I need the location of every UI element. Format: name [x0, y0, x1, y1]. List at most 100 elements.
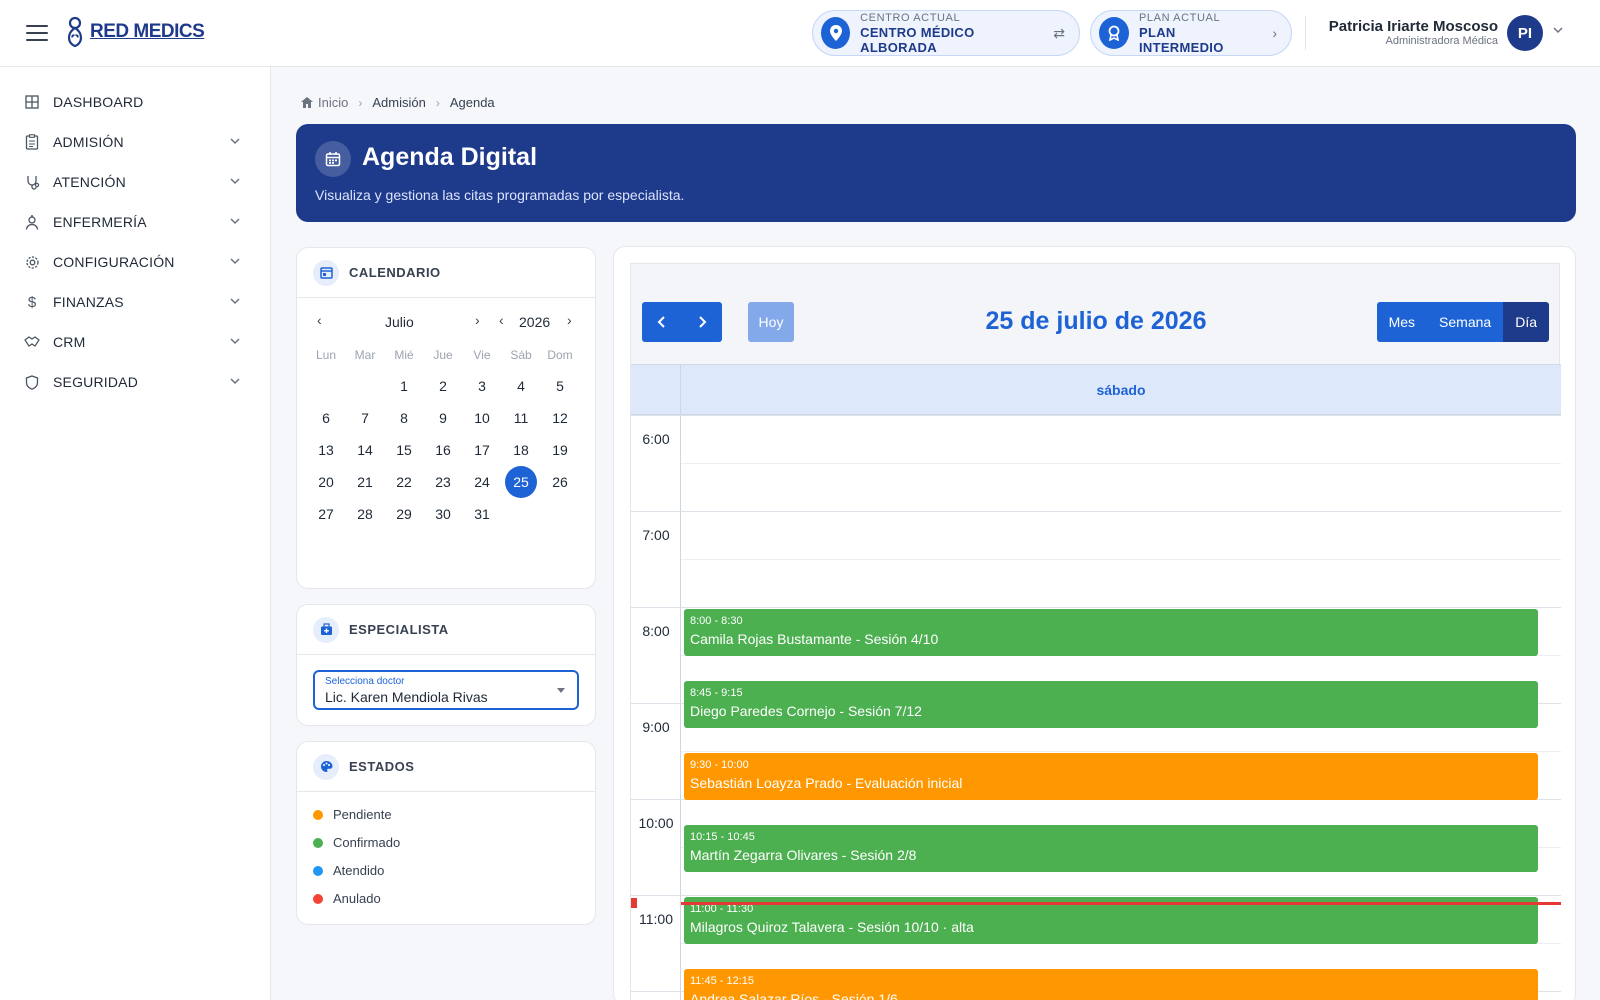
calendar-day[interactable]: 20 [310, 466, 342, 498]
calendar-day[interactable]: 28 [349, 498, 381, 530]
calendar-day[interactable]: 4 [505, 370, 537, 402]
calendar-day[interactable]: 14 [349, 434, 381, 466]
sidebar-item-label: ATENCIÓN [53, 174, 126, 190]
appointment-event[interactable]: 8:00 - 8:30 Camila Rojas Bustamante - Ses… [684, 609, 1538, 656]
weekday-label: Vie [473, 348, 491, 362]
palette-icon [313, 753, 339, 780]
status-dot [313, 837, 323, 848]
hour-line [631, 415, 1561, 416]
calendar-day[interactable]: 29 [388, 498, 420, 530]
clipboard-icon [24, 134, 40, 150]
calendar-day[interactable]: 10 [466, 402, 498, 434]
legend-item: Atendido [313, 863, 384, 878]
specialist-card: ESPECIALISTA Selecciona doctor Lic. Kare… [296, 604, 596, 726]
hour-label: 7:00 [642, 527, 670, 543]
calendar-day[interactable]: 11 [505, 402, 537, 434]
sidebar-item-label: SEGURIDAD [53, 374, 139, 390]
calendar-day[interactable]: 9 [427, 402, 459, 434]
calendar-day[interactable]: 3 [466, 370, 498, 402]
sidebar-item-crm[interactable]: CRM [0, 323, 271, 361]
sidebar-item-dashboard[interactable]: DASHBOARD [0, 83, 271, 121]
sidebar-item-admision[interactable]: ADMISIÓN [0, 123, 271, 161]
calendar-day[interactable]: 31 [466, 498, 498, 530]
calendar-day[interactable]: 23 [427, 466, 459, 498]
calendar-day[interactable]: 1 [388, 370, 420, 402]
appointment-title: Milagros Quiroz Talavera - Sesión 10/10 … [690, 919, 974, 935]
calendar-day[interactable]: 8 [388, 402, 420, 434]
view-month-button[interactable]: Mes [1376, 302, 1428, 342]
calendar-day[interactable]: 21 [349, 466, 381, 498]
plan-caption: PLAN ACTUAL [1139, 11, 1221, 24]
half-hour-line [681, 559, 1561, 560]
page-subtitle: Visualiza y gestiona las citas programad… [315, 187, 685, 203]
calendar-day[interactable]: 2 [427, 370, 459, 402]
calendar-day[interactable]: 12 [544, 402, 576, 434]
prev-month-button[interactable]: ‹ [317, 312, 322, 328]
appointment-event[interactable]: 8:45 - 9:15 Diego Paredes Cornejo - Sesió… [684, 681, 1538, 728]
appointment-time: 11:45 - 12:15 [690, 975, 755, 987]
calendar-day[interactable]: 6 [310, 402, 342, 434]
calendar-day[interactable]: 22 [388, 466, 420, 498]
dollar-icon: $ [27, 293, 37, 311]
calendar-day[interactable]: 15 [388, 434, 420, 466]
sidebar-item-enfermeria[interactable]: ENFERMERÍA [0, 203, 271, 241]
current-plan-selector[interactable]: PLAN ACTUAL PLAN INTERMEDIO › [1090, 10, 1292, 56]
menu-icon[interactable] [26, 22, 48, 44]
calendar-icon [315, 141, 351, 177]
calendar-day[interactable]: 17 [466, 434, 498, 466]
logo-text: RED MEDICS [90, 21, 205, 42]
caret-down-icon [557, 688, 565, 693]
calendar-day[interactable]: 30 [427, 498, 459, 530]
sidebar-item-atencion[interactable]: ATENCIÓN [0, 163, 271, 201]
user-role: Administradora Médica [1385, 35, 1499, 47]
legend-item: Anulado [313, 891, 381, 906]
hour-label: 8:00 [642, 623, 670, 639]
sidebar-item-seguridad[interactable]: SEGURIDAD [0, 363, 271, 401]
nurse-icon [24, 214, 40, 230]
appointment-event[interactable]: 11:45 - 12:15 Andrea Salazar Ríos - Sesió… [684, 969, 1538, 1000]
calendar-day[interactable]: 24 [466, 466, 498, 498]
sidebar-item-label: ENFERMERÍA [53, 214, 147, 230]
doctor-select[interactable]: Selecciona doctor Lic. Karen Mendiola Ri… [313, 670, 579, 710]
breadcrumb-section[interactable]: Admisión [372, 95, 425, 110]
calendar-day[interactable]: 13 [310, 434, 342, 466]
legend-label: Anulado [333, 891, 381, 906]
calendar-month[interactable]: Julio [385, 314, 414, 330]
chevron-down-icon [230, 338, 240, 345]
view-day-button[interactable]: Día [1503, 302, 1549, 342]
legend-label: Pendiente [333, 807, 392, 822]
calendar-day[interactable]: 27 [310, 498, 342, 530]
current-center-selector[interactable]: CENTRO ACTUAL CENTRO MÉDICO ALBORADA ⇄ [812, 10, 1080, 56]
weekday-label: Mar [354, 348, 376, 362]
sidebar-item-finanzas[interactable]: $ FINANZAS [0, 283, 271, 321]
appointment-title: Diego Paredes Cornejo - Sesión 7/12 [690, 703, 922, 719]
calendar-day[interactable]: 7 [349, 402, 381, 434]
avatar[interactable]: PI [1507, 15, 1543, 51]
prev-year-button[interactable]: ‹ [499, 312, 504, 328]
appointment-event[interactable]: 9:30 - 10:00 Sebastián Loayza Prado - Eva… [684, 753, 1538, 800]
chevron-down-icon[interactable] [1552, 24, 1564, 36]
calendar-day[interactable]: 26 [544, 466, 576, 498]
breadcrumb-home[interactable]: Inicio [301, 95, 348, 110]
next-month-button[interactable]: › [475, 312, 480, 328]
view-week-button[interactable]: Semana [1427, 302, 1504, 342]
plan-value: PLAN INTERMEDIO [1139, 24, 1224, 55]
hour-line [631, 895, 1561, 896]
appointment-event[interactable]: 10:15 - 10:45 Martín Zegarra Olivares - S… [684, 825, 1538, 872]
logo[interactable]: RED MEDICS [64, 14, 205, 50]
calendar-icon [313, 259, 339, 286]
calendar-day[interactable]: 5 [544, 370, 576, 402]
day-header-label: sábado [1096, 382, 1146, 398]
calendar-year[interactable]: 2026 [519, 314, 550, 330]
day-header: sábado [631, 365, 1561, 415]
calendar-day[interactable]: 18 [505, 434, 537, 466]
calendar-day[interactable]: 16 [427, 434, 459, 466]
sidebar-item-configuracion[interactable]: CONFIGURACIÓN [0, 243, 271, 281]
calendar-day-selected[interactable]: 25 [505, 466, 537, 498]
location-pin-icon [821, 17, 851, 49]
appointment-time: 8:45 - 9:15 [690, 687, 743, 699]
next-year-button[interactable]: › [567, 312, 572, 328]
swap-icon: ⇄ [1053, 24, 1065, 41]
chevron-down-icon [230, 258, 240, 265]
calendar-day[interactable]: 19 [544, 434, 576, 466]
